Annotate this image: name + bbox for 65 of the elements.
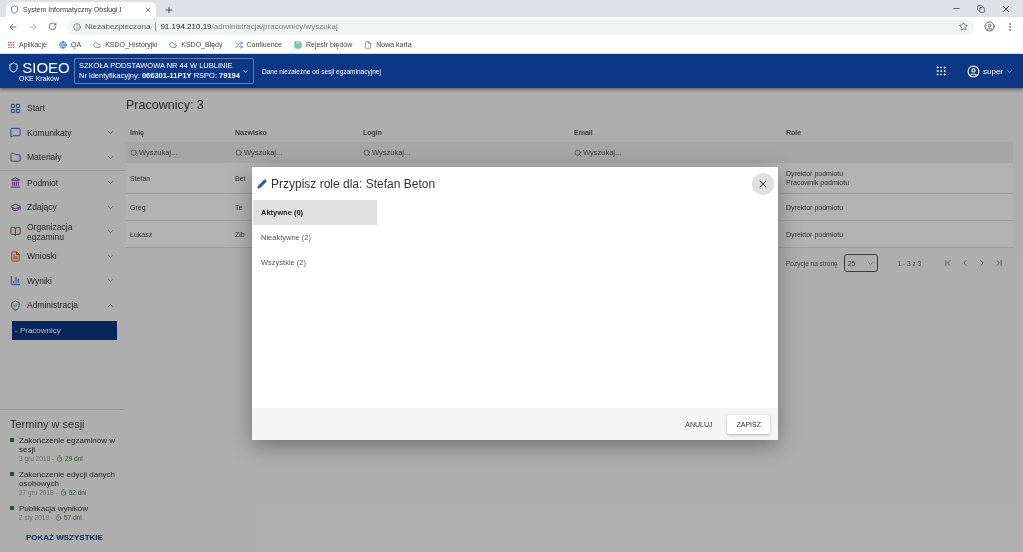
sidebar-item[interactable]: Start [0,96,125,121]
timer-icon [54,514,62,521]
bar-chart-icon [10,275,21,287]
document-icon [10,250,21,262]
graduation-cap-icon [10,201,21,213]
close-icon[interactable] [1001,3,1011,14]
grid-icon [10,102,21,114]
page-title: Pracownicy: 3 [126,98,205,112]
reload-icon[interactable] [48,22,57,31]
section-title: Terminy w sesji [10,418,86,430]
bullet-icon [10,506,14,510]
apps-icon[interactable] [935,65,947,77]
sidebar-subitem[interactable]: - Pracownicy [12,320,117,340]
user-icon [967,64,980,78]
close-icon[interactable] [144,5,152,14]
pencil-icon [257,178,267,189]
apps-icon [7,40,15,49]
user-menu[interactable]: super [967,64,1013,78]
new-tab-icon[interactable] [164,5,174,15]
sidebar-item[interactable]: Zdający [0,195,125,220]
deadline-title: Zakończenie edycji danych osobowych [19,470,117,488]
page-icon [364,40,373,49]
timer-icon [56,455,64,462]
search-icon [235,148,243,157]
spreadsheet-icon [293,40,302,49]
address-bar[interactable]: Niezabezpieczona 91.194.210.19/administracja/pracownicy/wyszukaj [67,18,974,35]
shield-icon [10,299,21,311]
last-page-icon[interactable] [994,258,1005,268]
globe-icon [59,40,67,49]
book-icon [10,226,21,238]
search-icon [363,148,371,157]
first-page-icon[interactable] [943,258,954,268]
sidebar-item[interactable]: Podmiot [0,170,125,195]
sidebar-item[interactable]: Administracja [0,293,125,318]
deadline-title: Zakończenie egzaminów w sesji [19,436,117,454]
sidebar-item[interactable]: Wnioski [0,244,125,269]
sidebar-item[interactable]: Wyniki [0,268,125,293]
search-icon [574,148,582,157]
caret-icon [241,67,249,75]
timer-icon [59,489,67,496]
cloud-icon [93,40,102,49]
search-icon [130,148,138,157]
caret-icon [866,259,874,267]
restore-icon[interactable] [977,4,985,13]
cloud-icon [169,40,178,49]
folder-icon [10,151,21,163]
site-icon [10,5,19,14]
info-icon [73,22,81,31]
close-button[interactable] [752,172,774,195]
show-all-link[interactable]: POKAŻ WSZYSTKIE [26,533,117,542]
logo[interactable]: SIOEO [8,60,70,75]
message-icon [10,127,21,139]
back-icon[interactable] [8,21,18,32]
shield-icon [8,62,20,73]
dialog-title: Przypisz role dla: Stefan Beton [271,176,437,191]
sidebar-item[interactable]: Materiały [0,145,125,170]
sidebar-item[interactable]: Komunikaty [0,120,125,145]
caret-icon [1006,67,1013,75]
bullet-icon [10,438,14,442]
star-icon[interactable] [959,22,968,31]
deadline-title: Publikacja wyników [19,504,88,513]
bullet-icon [10,472,14,476]
building-icon [10,177,21,189]
sidebar-item[interactable]: Organizacja egzaminu [0,219,125,244]
profile-icon[interactable] [984,21,995,32]
